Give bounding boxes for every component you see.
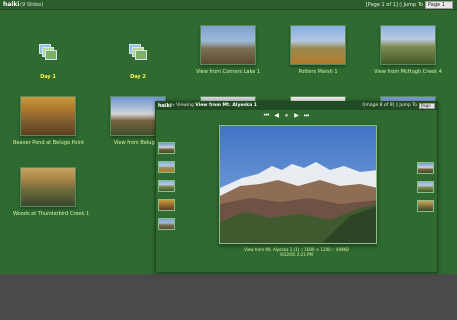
grid-caption[interactable]: Woods at Thunderbird Creek 1: [13, 211, 89, 217]
filmstrip-thumb[interactable]: [417, 162, 434, 174]
viewer-title-text: View from Mt. Alyeska 1: [195, 103, 257, 108]
folder-icon[interactable]: [129, 44, 147, 62]
first-icon[interactable]: ⏮: [263, 113, 270, 119]
last-icon[interactable]: ⏭: [303, 113, 310, 119]
page-info: [Page 1 of 1] ◊ Jump To: [365, 2, 423, 8]
grid-item-potters-marsh[interactable]: Potters Marsh 1: [283, 25, 353, 75]
grid-item-corners-lake[interactable]: View from Corners Lake 1: [193, 25, 263, 75]
filmstrip-right: [417, 162, 435, 219]
pause-icon[interactable]: ⏸: [283, 113, 290, 119]
viewer-title: » Viewing View from Mt. Alyeska 1: [172, 103, 257, 108]
filmstrip-left: [158, 142, 176, 237]
filmstrip-thumb[interactable]: [158, 199, 175, 211]
thumbnail-image[interactable]: [20, 96, 76, 136]
image-viewer-window: haiki » Viewing View from Mt. Alyeska 1 …: [155, 101, 438, 273]
filmstrip-thumb[interactable]: [417, 200, 434, 212]
grid-caption[interactable]: View from McHugh Creek 4: [373, 69, 443, 75]
next-icon[interactable]: ▶: [293, 113, 300, 119]
prev-icon[interactable]: ◀: [273, 113, 280, 119]
filmstrip-thumb[interactable]: [158, 142, 175, 154]
grid-item-beaver-pond[interactable]: Beaver Pond at Beluga Point: [13, 96, 84, 146]
grid-item-thunderbird-creek[interactable]: Woods at Thunderbird Creek 1: [13, 167, 89, 217]
viewer-page-select[interactable]: Page 1: [419, 103, 435, 112]
viewer-nav: ⏮ ◀ ⏸ ▶ ⏭: [263, 113, 310, 119]
image-date: 9/22/05 2:21 PM: [280, 252, 313, 257]
grid-item-day-2[interactable]: Day 2: [103, 34, 173, 80]
viewer-page-info: [Image 8 of 9] ◊ Jump To: [362, 103, 417, 108]
grid-caption[interactable]: Day 1: [13, 74, 83, 80]
grid-caption[interactable]: Day 2: [103, 74, 173, 80]
grid-caption[interactable]: Potters Marsh 1: [283, 69, 353, 75]
viewer-header: haiki » Viewing View from Mt. Alyeska 1 …: [156, 102, 437, 112]
viewer-brand[interactable]: haiki: [158, 103, 172, 109]
filmstrip-thumb[interactable]: [158, 180, 175, 192]
brand-title[interactable]: haiki: [3, 1, 19, 8]
filmstrip-thumb[interactable]: [158, 161, 175, 173]
filmstrip-thumb[interactable]: [158, 218, 175, 230]
main-image[interactable]: [219, 125, 377, 244]
filmstrip-thumb[interactable]: [417, 181, 434, 193]
thumbnail-image[interactable]: [290, 25, 346, 65]
grid-item-mchugh-creek[interactable]: View from McHugh Creek 4: [373, 25, 443, 75]
thumbnail-image[interactable]: [20, 167, 76, 207]
folder-icon[interactable]: [39, 44, 57, 62]
album-header: haiki (9 Slides) [Page 1 of 1] ◊ Jump To…: [0, 0, 457, 10]
viewer-title-prefix: » Viewing: [172, 103, 194, 108]
grid-caption[interactable]: View from Corners Lake 1: [193, 69, 263, 75]
thumbnail-image[interactable]: [380, 25, 436, 65]
thumbnail-image[interactable]: [200, 25, 256, 65]
grid-caption[interactable]: Beaver Pond at Beluga Point: [13, 140, 84, 146]
grid-item-day-1[interactable]: Day 1: [13, 34, 83, 80]
page-select[interactable]: Page 1: [425, 1, 453, 9]
slide-count: (9 Slides): [20, 2, 44, 8]
